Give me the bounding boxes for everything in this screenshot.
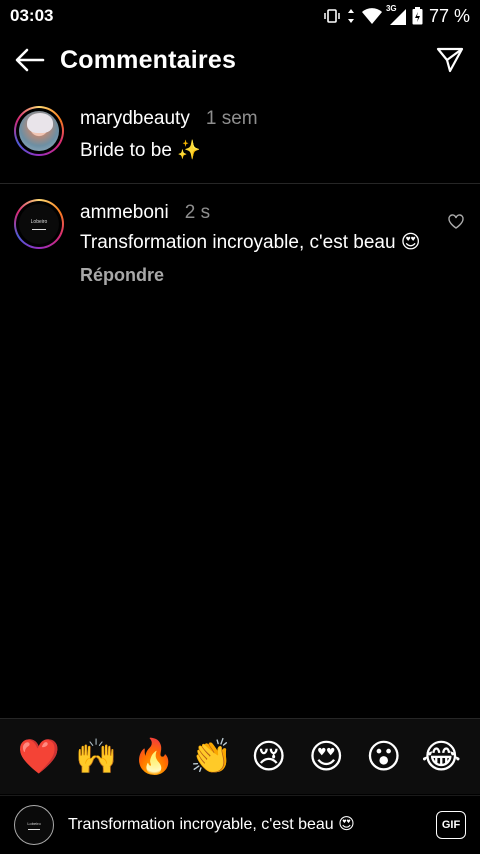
comment-username[interactable]: ammeboni [80, 202, 169, 224]
comment-composer: Lobeiro Transformation incroyable, c'est… [0, 795, 480, 854]
avatar-photo [19, 111, 59, 151]
wifi-icon [361, 8, 382, 24]
back-arrow-icon [15, 48, 45, 72]
share-button[interactable] [420, 32, 480, 88]
network-type: 3G [385, 4, 397, 13]
avatar[interactable]: Lobeiro [14, 199, 64, 249]
status-time: 03:03 [10, 6, 54, 25]
emoji-cry-button[interactable]: 😢 [245, 737, 293, 777]
comment-input[interactable]: Transformation incroyable, c'est beau 😍 [68, 815, 358, 835]
data-arrows-icon [347, 9, 354, 23]
vibrate-icon [324, 9, 340, 23]
status-bar: 03:03 3G 77 % [0, 0, 480, 32]
emoji-raised-hands-button[interactable]: 🙌 [72, 737, 120, 777]
emoji-quick-bar: ❤️ 🙌 🔥 👏 😢 😍 😮 😂 [0, 718, 480, 794]
app-header: Commentaires [0, 32, 480, 88]
composer-avatar: Lobeiro [14, 805, 54, 845]
emoji-laughing-button[interactable]: 😂 [417, 737, 465, 777]
comment-text: Transformation incroyable, c'est beau 😍 [80, 232, 421, 253]
post-caption: marydbeauty 1 sem Bride to be ✨ [0, 100, 480, 184]
caption-text: Bride to be ✨ [80, 140, 201, 161]
like-button[interactable] [448, 214, 466, 232]
battery-icon [412, 7, 423, 25]
emoji-fire-button[interactable]: 🔥 [130, 737, 178, 777]
comment-time: 2 s [184, 202, 211, 223]
signal-icon: 3G [385, 4, 406, 25]
heart-icon [448, 214, 464, 229]
emoji-clap-button[interactable]: 👏 [187, 737, 235, 777]
composer-avatar-text: Lobeiro [27, 820, 41, 826]
send-icon [436, 47, 464, 73]
page-title: Commentaires [60, 45, 237, 74]
caption-username[interactable]: marydbeauty [80, 108, 190, 130]
back-button[interactable] [0, 32, 60, 88]
emoji-heart-eyes-button[interactable]: 😍 [302, 737, 350, 777]
battery-percent: 77 % [428, 5, 470, 26]
avatar[interactable] [14, 106, 64, 156]
emoji-surprised-button[interactable]: 😮 [360, 737, 408, 777]
avatar-logo-text: Lobeiro [30, 218, 48, 225]
reply-button[interactable]: Répondre [80, 265, 440, 286]
status-icons: 3G 77 % [324, 4, 470, 27]
caption-time: 1 sem [205, 108, 258, 129]
avatar-logo: Lobeiro [19, 204, 59, 244]
gif-button[interactable]: GIF [436, 811, 466, 839]
emoji-heart-button[interactable]: ❤️ [15, 737, 63, 777]
